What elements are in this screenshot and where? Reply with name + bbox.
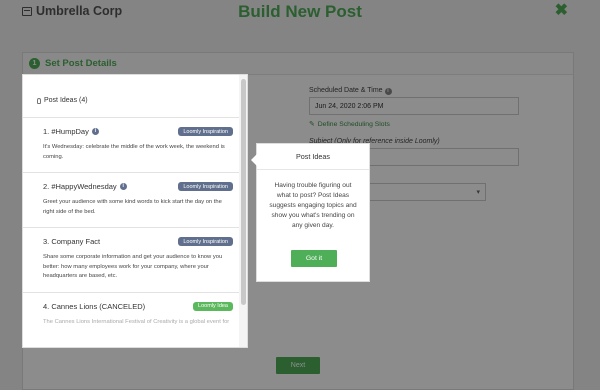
idea-badge: Loomly Inspiration [178,127,233,136]
scrollbar-thumb[interactable] [241,79,246,305]
popover-arrow [251,154,257,166]
popover-title: Post Ideas [257,144,369,170]
idea-card[interactable]: 2. #HappyWednesday i Loomly Inspiration … [23,172,241,227]
idea-card[interactable]: 1. #HumpDay i Loomly Inspiration It's We… [23,117,241,172]
ideas-list: 1. #HumpDay i Loomly Inspiration It's We… [23,117,241,337]
idea-badge: Loomly Inspiration [178,182,233,191]
got-it-button[interactable]: Got it [291,250,337,267]
idea-title: 1. #HumpDay i [43,127,99,136]
lightbulb-icon [37,97,41,104]
idea-badge: Loomly Inspiration [178,237,233,246]
idea-card[interactable]: 4. Cannes Lions (CANCELED) Loomly Idea T… [23,291,241,337]
idea-title: 4. Cannes Lions (CANCELED) [43,301,146,311]
idea-title: 2. #HappyWednesday i [43,182,127,191]
idea-card[interactable]: 3. Company Fact Loomly Inspiration Share… [23,227,241,292]
post-ideas-popover: Post Ideas Having trouble figuring out w… [251,143,370,282]
info-icon: i [119,183,127,190]
idea-badge: Loomly Idea [193,301,233,311]
idea-title: 3. Company Fact [43,237,101,246]
idea-text: The Cannes Lions International Festival … [43,318,230,325]
scrollbar[interactable] [239,75,247,347]
idea-text: It's Wednesday: celebrate the middle of … [43,144,225,160]
idea-text: Share some corporate information and get… [43,254,223,279]
popover-body: Having trouble figuring out what to post… [269,182,357,229]
idea-text: Greet your audience with some kind words… [43,199,222,215]
post-ideas-panel: Post Ideas (4) 1. #HumpDay i Loomly Insp… [22,74,248,348]
info-icon: i [91,128,99,135]
post-ideas-header: Post Ideas (4) [37,97,88,104]
